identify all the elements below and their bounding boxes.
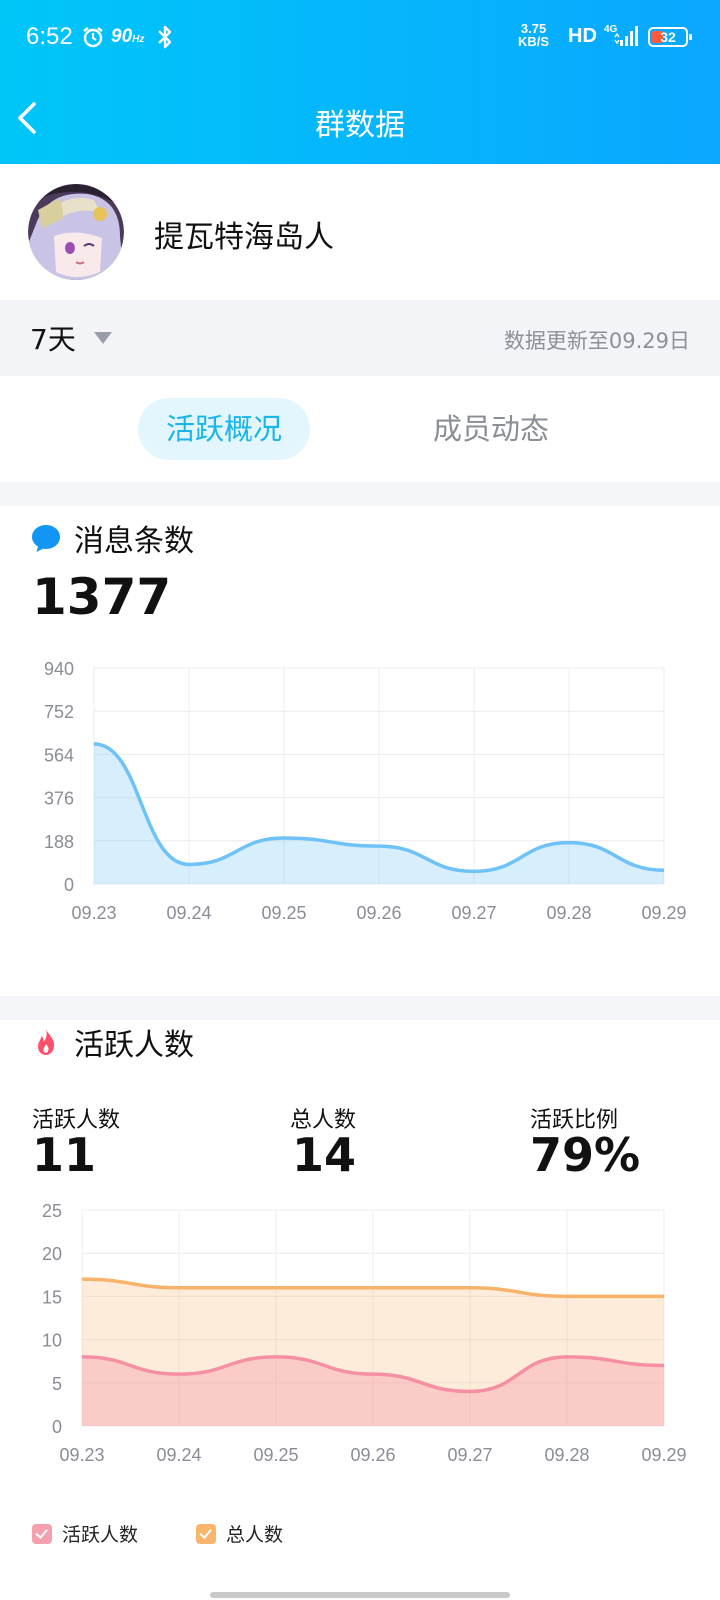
active-members-chart: 0 5 10 15 20 25 09.23 09.24 09.25 09.26 09.27 09.28… bbox=[42, 1201, 687, 1465]
bluetooth-icon bbox=[158, 25, 172, 49]
act-chart-x-tick-label: 09.29 bbox=[641, 1445, 686, 1465]
msg-chart-y-tick-label: 940 bbox=[44, 659, 74, 679]
caret-down-icon[interactable] bbox=[94, 332, 112, 344]
group-name: 提瓦特海岛人 bbox=[154, 220, 334, 255]
act-chart-y-tick-label: 0 bbox=[52, 1417, 62, 1437]
act-chart-y-tick-label: 25 bbox=[42, 1201, 62, 1221]
act-chart-x-tick-label: 09.25 bbox=[253, 1445, 298, 1465]
msg-chart-x-tick-label: 09.27 bbox=[451, 903, 496, 923]
active-count-value: 11 bbox=[32, 1128, 97, 1182]
filter-bar: 7天 数据更新至09.29日 bbox=[0, 300, 720, 376]
act-chart-y-tick-label: 5 bbox=[52, 1374, 62, 1394]
act-chart-x-tick-label: 09.23 bbox=[59, 1445, 104, 1465]
act-chart-x-tick-label: 09.26 bbox=[350, 1445, 395, 1465]
active-members-title: 活跃人数 bbox=[74, 1028, 194, 1063]
act-chart-x-tick-label: 09.24 bbox=[156, 1445, 201, 1465]
msg-chart-x-tick-label: 09.24 bbox=[166, 903, 211, 923]
act-chart-y-tick-label: 15 bbox=[42, 1287, 62, 1307]
active-members-card: 活跃人数 活跃人数 11 总人数 14 活跃比例 79% 0 5 10 15 20 25 0… bbox=[0, 1020, 720, 1600]
tab-activity-overview[interactable]: 活跃概况 bbox=[138, 398, 311, 460]
page-title: 群数据 bbox=[315, 108, 405, 143]
top-bar: 6:52 90Hz 3.75 KB/S HD 4G 32 群数据 bbox=[0, 0, 720, 164]
msg-chart-x-tick-label: 09.28 bbox=[546, 903, 591, 923]
msg-chart-y-tick-label: 564 bbox=[44, 745, 74, 765]
legend-item-active[interactable]: 活跃人数 bbox=[32, 1520, 138, 1547]
act-chart-x-tick-label: 09.27 bbox=[447, 1445, 492, 1465]
group-data-page: 6:52 90Hz 3.75 KB/S HD 4G 32 群数据 提瓦特海岛人 … bbox=[0, 0, 720, 1600]
status-time: 6:52 bbox=[26, 23, 73, 50]
act-chart-x-tick-label: 09.28 bbox=[544, 1445, 589, 1465]
flame-icon bbox=[38, 1028, 54, 1055]
group-info: 提瓦特海岛人 bbox=[0, 164, 720, 300]
message-count-card: 消息条数 1377 0 188 376 564 752 940 09.23 09.24 09.2… bbox=[0, 506, 720, 996]
network-speed: 3.75 KB/S bbox=[518, 21, 550, 49]
hd-indicator: HD bbox=[568, 25, 597, 47]
msg-chart-y-tick-label: 0 bbox=[64, 875, 74, 895]
battery-level: 32 bbox=[660, 29, 676, 45]
home-indicator[interactable] bbox=[210, 1592, 510, 1598]
tab-bar: 活跃概况 成员动态 bbox=[0, 376, 720, 482]
message-chart: 0 188 376 564 752 940 09.23 09.24 09.25 09.26 09.2… bbox=[44, 659, 687, 923]
alarm-icon bbox=[83, 27, 103, 48]
msg-chart-x-tick-label: 09.29 bbox=[641, 903, 686, 923]
legend-item-total[interactable]: 总人数 bbox=[196, 1520, 283, 1547]
legend-swatch-total bbox=[196, 1524, 216, 1544]
group-avatar[interactable] bbox=[28, 184, 124, 280]
msg-chart-x-tick-label: 09.23 bbox=[71, 903, 116, 923]
message-count-title: 消息条数 bbox=[74, 524, 194, 559]
active-ratio-value: 79% bbox=[530, 1128, 641, 1182]
msg-chart-y-tick-label: 376 bbox=[44, 789, 74, 809]
msg-chart-x-tick-label: 09.26 bbox=[356, 903, 401, 923]
signal-icon bbox=[614, 26, 638, 46]
battery-icon: 32 bbox=[648, 27, 692, 47]
chat-bubble-icon bbox=[32, 525, 60, 552]
msg-chart-y-tick-label: 752 bbox=[44, 702, 74, 722]
msg-chart-x-tick-label: 09.25 bbox=[261, 903, 306, 923]
status-bar: 6:52 90Hz 3.75 KB/S HD 4G 32 bbox=[0, 0, 720, 76]
legend-swatch-active bbox=[32, 1524, 52, 1544]
total-count-value: 14 bbox=[292, 1128, 357, 1182]
msg-chart-y-tick-label: 188 bbox=[44, 832, 74, 852]
act-chart-y-tick-label: 10 bbox=[42, 1331, 62, 1351]
range-selector[interactable]: 7天 bbox=[30, 318, 76, 358]
message-total: 1377 bbox=[32, 568, 172, 626]
nav-bar: 群数据 bbox=[0, 88, 720, 152]
act-chart-y-tick-label: 20 bbox=[42, 1244, 62, 1264]
update-date: 数据更新至09.29日 bbox=[503, 329, 690, 353]
refresh-rate: 90Hz bbox=[111, 26, 145, 47]
tab-member-dynamics[interactable]: 成员动态 bbox=[405, 398, 577, 460]
